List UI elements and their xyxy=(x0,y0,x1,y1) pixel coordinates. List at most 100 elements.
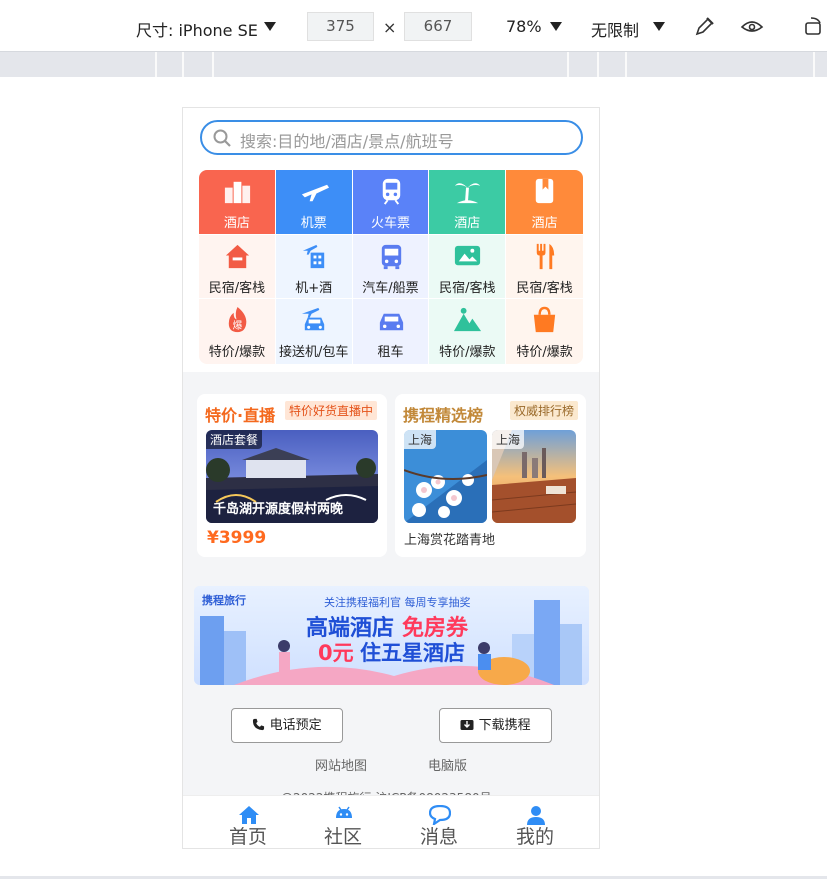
grid-label: 租车 xyxy=(377,345,404,361)
hot-deal-icon: 爆 xyxy=(228,307,247,333)
card-title: 携程精选榜 xyxy=(403,406,484,425)
phone-booking-button[interactable]: 电话预定 xyxy=(231,708,343,743)
fork-knife-icon xyxy=(536,243,555,269)
grid-item-transfer[interactable]: 接送机/包车 xyxy=(275,299,353,364)
card-caption: 上海赏花踏青地 xyxy=(404,533,496,548)
tab-profile[interactable]: 我的 xyxy=(483,796,587,848)
tab-messages[interactable]: 消息 xyxy=(387,796,491,848)
train-icon xyxy=(382,178,400,205)
zoom-dropdown[interactable]: 78% xyxy=(506,17,542,36)
category-grid: 酒店 机票 火车票 酒店 酒店 民宿/客栈 机+酒 汽车/船票 民宿/客栈 民宿… xyxy=(199,170,583,364)
grid-label: 民宿/客栈 xyxy=(439,280,496,296)
tab-label: 我的 xyxy=(515,826,554,848)
mountain-icon xyxy=(454,308,482,332)
grid-label: 接送机/包车 xyxy=(279,345,349,361)
card-tag: 权威排行榜 xyxy=(510,401,579,420)
image-caption: 千岛湖开源度假村两晚 xyxy=(213,502,344,517)
grid-label: 机票 xyxy=(300,216,327,231)
grid-item-resort[interactable]: 酒店 xyxy=(429,170,507,235)
device-caret-icon[interactable] xyxy=(264,22,276,31)
mobile-viewport: 搜索:目的地/酒店/景点/航班号 酒店 机票 火车票 酒店 酒店 民宿/客栈 机… xyxy=(182,107,600,849)
media-query-ruler[interactable] xyxy=(0,52,827,77)
ranking-card[interactable]: 携程精选榜 权威排行榜 上海 上海 上海赏花踏青地 xyxy=(395,394,586,557)
grid-label: 民宿/客栈 xyxy=(516,280,573,296)
dimension-separator: × xyxy=(383,18,397,37)
image-badge: 酒店套餐 xyxy=(206,430,263,449)
palm-tree-icon xyxy=(455,183,481,204)
card-title: 特价·直播 xyxy=(205,406,276,425)
grid-label: 机+酒 xyxy=(295,280,333,296)
car-icon xyxy=(379,313,403,331)
pc-version-link[interactable]: 电脑版 xyxy=(428,755,467,774)
banner-offer-a: 0元 xyxy=(318,641,354,665)
grid-item-hotel[interactable]: 酒店 xyxy=(199,170,276,235)
grid-item-deals[interactable]: 爆 特价/爆款 xyxy=(199,299,276,364)
tab-label: 社区 xyxy=(323,826,362,848)
width-input[interactable]: 375 xyxy=(307,12,374,41)
search-box[interactable]: 搜索:目的地/酒店/景点/航班号 xyxy=(200,120,583,155)
picture-icon xyxy=(455,245,481,265)
tab-label: 消息 xyxy=(419,826,458,848)
grid-item-homestay-2[interactable]: 民宿/客栈 xyxy=(429,234,507,300)
banner-offer-b: 住五星酒店 xyxy=(360,641,465,665)
download-app-button[interactable]: 下载携程 xyxy=(439,708,552,743)
guide-book-icon xyxy=(535,178,554,204)
terrace-image[interactable]: 上海 xyxy=(492,430,576,523)
bottom-tabbar: 首页 社区 消息 我的 xyxy=(183,795,599,848)
grid-item-homestay-3[interactable]: 民宿/客栈 xyxy=(506,234,583,300)
house-icon xyxy=(225,244,250,268)
download-icon xyxy=(460,720,474,730)
grid-item-guide[interactable]: 酒店 xyxy=(506,170,583,235)
grid-item-deals-2[interactable]: 特价/爆款 xyxy=(429,299,507,364)
rotate-device-icon[interactable] xyxy=(802,14,826,38)
airplane-icon xyxy=(301,184,329,202)
svg-text:爆: 爆 xyxy=(233,319,243,331)
grid-label: 特价/爆款 xyxy=(208,345,266,361)
sitemap-link[interactable]: 网站地图 xyxy=(315,755,367,774)
grid-label: 民宿/客栈 xyxy=(208,280,266,296)
search-placeholder: 搜索:目的地/酒店/景点/航班号 xyxy=(240,132,454,151)
throttle-caret-icon[interactable] xyxy=(653,22,665,31)
grid-item-bus-ship[interactable]: 汽车/船票 xyxy=(352,234,430,300)
tab-home[interactable]: 首页 xyxy=(196,796,300,848)
grid-label: 酒店 xyxy=(454,216,481,231)
grid-item-deals-3[interactable]: 特价/爆款 xyxy=(506,299,583,364)
blossom-image[interactable]: 上海 xyxy=(404,430,487,523)
grid-label: 酒店 xyxy=(223,216,250,231)
grid-label: 酒店 xyxy=(531,216,558,231)
grid-item-flight[interactable]: 机票 xyxy=(275,170,353,235)
banner-subtitle: 关注携程福利官 每周专享抽奖 xyxy=(324,596,471,609)
grid-label: 火车票 xyxy=(370,216,410,231)
device-size-dropdown[interactable]: 尺寸: iPhone SE xyxy=(136,17,258,41)
grid-item-homestay[interactable]: 民宿/客栈 xyxy=(199,234,276,300)
image-badge: 上海 xyxy=(404,430,437,449)
banner-logo: 携程旅行 xyxy=(202,594,246,607)
eyedropper-icon[interactable] xyxy=(693,14,717,38)
grid-label: 特价/爆款 xyxy=(516,345,573,361)
grid-label: 汽车/船票 xyxy=(362,280,419,296)
grid-item-car-rental[interactable]: 租车 xyxy=(352,299,430,364)
grid-item-flight-hotel[interactable]: 机+酒 xyxy=(275,234,353,300)
tab-community[interactable]: 社区 xyxy=(291,796,395,848)
height-input[interactable]: 667 xyxy=(404,12,472,41)
promo-banner[interactable]: 携程旅行 关注携程福利官 每周专享抽奖 高端酒店 免房券 0元 住五星酒店 xyxy=(194,586,589,685)
deal-price: ¥3999 xyxy=(207,528,267,548)
download-app-label: 下载携程 xyxy=(478,718,531,733)
hotel-package-image[interactable]: 酒店套餐 千岛湖开源度假村两晚 xyxy=(206,430,378,523)
bus-icon xyxy=(381,244,401,269)
throttle-dropdown[interactable]: 无限制 xyxy=(591,17,639,41)
zoom-caret-icon[interactable] xyxy=(550,22,562,31)
phone-icon xyxy=(253,718,265,731)
grid-item-train[interactable]: 火车票 xyxy=(352,170,430,235)
card-tag: 特价好货直播中 xyxy=(285,401,378,420)
grid-label: 特价/爆款 xyxy=(439,345,496,361)
flight-hotel-icon xyxy=(302,244,324,268)
tab-label: 首页 xyxy=(228,826,267,848)
bag-icon xyxy=(534,306,556,333)
search-icon xyxy=(213,129,231,147)
hotel-building-icon xyxy=(224,181,251,204)
eye-icon[interactable] xyxy=(740,14,764,38)
phone-booking-label: 电话预定 xyxy=(269,718,322,733)
devtools-toolbar: 尺寸: iPhone SE 375 × 667 78% 无限制 xyxy=(0,0,827,52)
airport-car-icon xyxy=(301,308,324,331)
